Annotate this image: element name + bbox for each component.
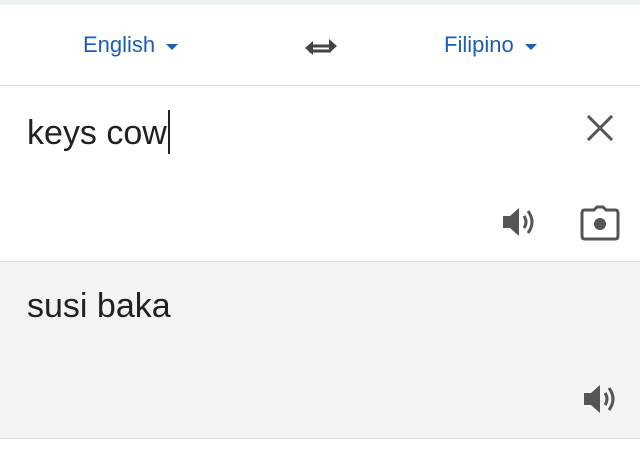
swap-arrows-icon — [305, 39, 337, 55]
translation-result-panel: susi baka — [0, 262, 640, 439]
target-language-selector[interactable]: Filipino — [444, 5, 537, 85]
listen-source-button[interactable] — [500, 205, 540, 239]
translate-app: English Filipino keys cow susi baka — [0, 0, 640, 450]
dropdown-caret-icon — [524, 44, 537, 50]
source-text: keys cow — [27, 114, 167, 152]
target-language-label: Filipino — [444, 32, 514, 57]
close-icon — [586, 114, 614, 142]
source-input-panel: keys cow — [0, 86, 640, 262]
dropdown-caret-icon — [166, 44, 179, 50]
speaker-icon — [503, 208, 534, 236]
swap-languages-button[interactable] — [301, 28, 341, 64]
bottom-strip — [0, 439, 640, 450]
source-language-selector[interactable]: English — [83, 5, 179, 85]
camera-translate-button[interactable] — [580, 205, 620, 241]
camera-icon — [580, 205, 620, 241]
listen-translation-button[interactable] — [581, 382, 621, 416]
source-text-input[interactable]: keys cow — [27, 110, 170, 155]
text-cursor — [167, 110, 170, 154]
language-bar: English Filipino — [0, 5, 640, 86]
clear-text-button[interactable] — [584, 112, 616, 144]
translated-text: susi baka — [27, 287, 171, 325]
source-language-label: English — [83, 32, 156, 57]
speaker-icon — [584, 385, 615, 413]
